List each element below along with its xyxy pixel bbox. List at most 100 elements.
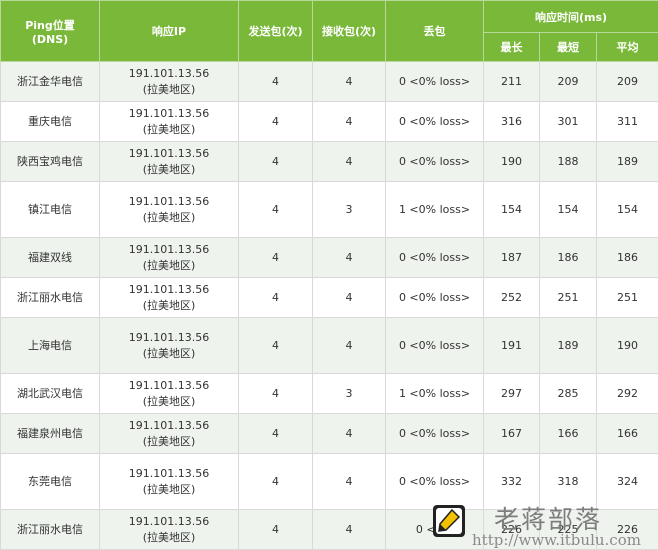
table-row: 浙江金华电信 191.101.13.56 (拉美地区) 4 4 0 <0% loss> 21…: [0, 61, 658, 102]
max-time-cell: 211: [483, 61, 540, 102]
min-time-cell: 189: [539, 317, 597, 374]
received-cell: 4: [312, 509, 386, 550]
table-row: 东莞电信 191.101.13.56 (拉美地区) 4 4 0 <0% loss> 332 3…: [0, 453, 658, 510]
table-row: 湖北武汉电信 191.101.13.56 (拉美地区) 4 3 1 <0% loss> 29…: [0, 373, 658, 414]
response-ip-cell: 191.101.13.56 (拉美地区): [99, 181, 239, 238]
sent-cell: 4: [238, 141, 313, 182]
header-max-time: 最长: [483, 32, 540, 62]
sent-cell: 4: [238, 181, 313, 238]
table-row: 镇江电信 191.101.13.56 (拉美地区) 4 3 1 <0% loss> 154 1…: [0, 181, 658, 238]
ip-address: 191.101.13.56: [128, 194, 210, 208]
loss-cell: 0 <0% loss>: [385, 453, 484, 510]
loss-cell: 0 <0% loss>: [385, 237, 484, 278]
avg-time-cell: 154: [596, 181, 658, 238]
avg-time-cell: 292: [596, 373, 658, 414]
table-row: 福建泉州电信 191.101.13.56 (拉美地区) 4 4 0 <0% loss> 16…: [0, 413, 658, 454]
ip-region: (拉美地区): [142, 434, 196, 448]
avg-time-cell: 226: [596, 509, 658, 550]
max-time-cell: 252: [483, 277, 540, 318]
response-ip-cell: 191.101.13.56 (拉美地区): [99, 509, 239, 550]
table-row: 浙江丽水电信 191.101.13.56 (拉美地区) 4 4 0 <0% loss> 25…: [0, 277, 658, 318]
received-cell: 4: [312, 277, 386, 318]
received-cell: 4: [312, 413, 386, 454]
loss-cell: 0 <0% loss>: [385, 317, 484, 374]
avg-time-cell: 324: [596, 453, 658, 510]
max-time-cell: 316: [483, 101, 540, 142]
sent-cell: 4: [238, 413, 313, 454]
table-row: 陕西宝鸡电信 191.101.13.56 (拉美地区) 4 4 0 <0% loss> 19…: [0, 141, 658, 182]
header-min-time: 最短: [539, 32, 597, 62]
received-cell: 4: [312, 61, 386, 102]
location-cell: 东莞电信: [0, 453, 100, 510]
location-cell: 陕西宝鸡电信: [0, 141, 100, 182]
received-cell: 4: [312, 101, 386, 142]
max-time-cell: 187: [483, 237, 540, 278]
avg-time-cell: 186: [596, 237, 658, 278]
sent-cell: 4: [238, 317, 313, 374]
min-time-cell: 251: [539, 277, 597, 318]
max-time-cell: 332: [483, 453, 540, 510]
header-packet-loss: 丢包: [385, 0, 484, 62]
sent-cell: 4: [238, 277, 313, 318]
header-ping-location-line2: (DNS): [31, 32, 69, 46]
received-cell: 4: [312, 317, 386, 374]
max-time-cell: 297: [483, 373, 540, 414]
loss-cell: 0 <0% loss>: [385, 61, 484, 102]
avg-time-cell: 251: [596, 277, 658, 318]
avg-time-cell: 189: [596, 141, 658, 182]
header-ping-location: Ping位置 (DNS): [0, 0, 100, 62]
location-cell: 镇江电信: [0, 181, 100, 238]
location-cell: 福建双线: [0, 237, 100, 278]
ip-address: 191.101.13.56: [128, 106, 210, 120]
min-time-cell: 188: [539, 141, 597, 182]
location-cell: 重庆电信: [0, 101, 100, 142]
avg-time-cell: 209: [596, 61, 658, 102]
min-time-cell: 186: [539, 237, 597, 278]
loss-cell: 0 <0% loss>: [385, 101, 484, 142]
min-time-cell: 209: [539, 61, 597, 102]
ip-address: 191.101.13.56: [128, 66, 210, 80]
ip-region: (拉美地区): [142, 122, 196, 136]
response-ip-cell: 191.101.13.56 (拉美地区): [99, 141, 239, 182]
sent-cell: 4: [238, 61, 313, 102]
loss-cell: 1 <0% loss>: [385, 373, 484, 414]
max-time-cell: 191: [483, 317, 540, 374]
min-time-cell: 318: [539, 453, 597, 510]
min-time-cell: 225: [539, 509, 597, 550]
received-cell: 3: [312, 181, 386, 238]
header-response-ip: 响应IP: [99, 0, 239, 62]
received-cell: 4: [312, 237, 386, 278]
received-cell: 4: [312, 141, 386, 182]
header-avg-time: 平均: [596, 32, 658, 62]
sent-cell: 4: [238, 453, 313, 510]
sent-cell: 4: [238, 373, 313, 414]
response-ip-cell: 191.101.13.56 (拉美地区): [99, 317, 239, 374]
max-time-cell: 226: [483, 509, 540, 550]
avg-time-cell: 166: [596, 413, 658, 454]
sent-cell: 4: [238, 509, 313, 550]
ip-address: 191.101.13.56: [128, 378, 210, 392]
loss-cell: 1 <0% loss>: [385, 181, 484, 238]
max-time-cell: 190: [483, 141, 540, 182]
ip-address: 191.101.13.56: [128, 514, 210, 528]
ip-address: 191.101.13.56: [128, 330, 210, 344]
sent-cell: 4: [238, 237, 313, 278]
received-cell: 3: [312, 373, 386, 414]
received-cell: 4: [312, 453, 386, 510]
loss-cell: 0 <0%: [385, 509, 484, 550]
response-ip-cell: 191.101.13.56 (拉美地区): [99, 61, 239, 102]
response-ip-cell: 191.101.13.56 (拉美地区): [99, 237, 239, 278]
table-row: 重庆电信 191.101.13.56 (拉美地区) 4 4 0 <0% loss> 316 3…: [0, 101, 658, 142]
response-ip-cell: 191.101.13.56 (拉美地区): [99, 101, 239, 142]
ip-region: (拉美地区): [142, 346, 196, 360]
min-time-cell: 285: [539, 373, 597, 414]
min-time-cell: 166: [539, 413, 597, 454]
ip-address: 191.101.13.56: [128, 282, 210, 296]
table-row: 福建双线 191.101.13.56 (拉美地区) 4 4 0 <0% loss> 187 1…: [0, 237, 658, 278]
header-ping-location-line1: Ping位置: [25, 18, 75, 32]
location-cell: 浙江丽水电信: [0, 509, 100, 550]
ip-region: (拉美地区): [142, 162, 196, 176]
ip-region: (拉美地区): [142, 258, 196, 272]
ip-address: 191.101.13.56: [128, 242, 210, 256]
location-cell: 浙江丽水电信: [0, 277, 100, 318]
